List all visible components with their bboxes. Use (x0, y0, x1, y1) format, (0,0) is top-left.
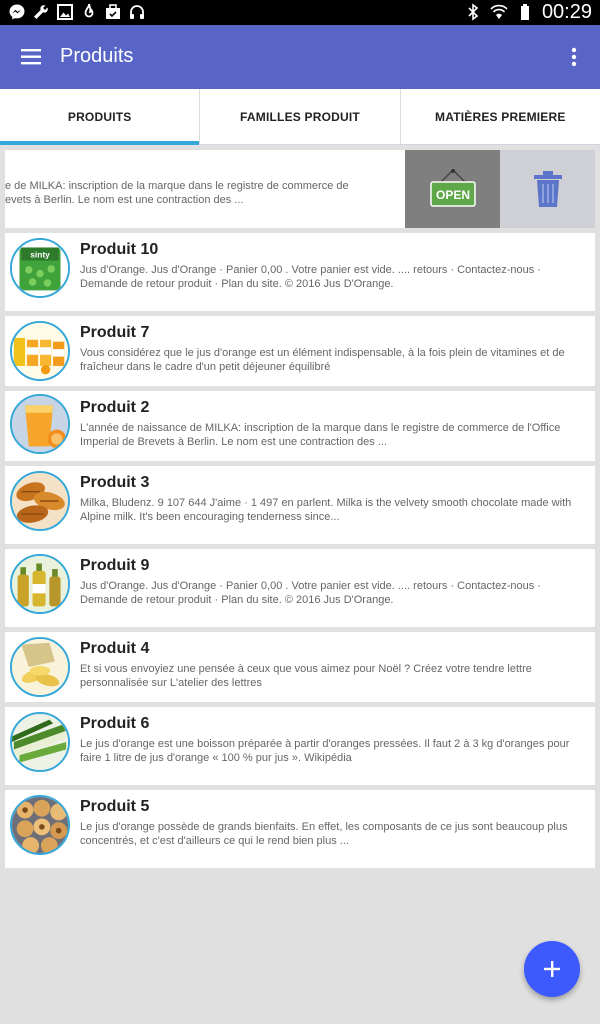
page-title: Produits (60, 45, 134, 67)
list-item[interactable]: Produit 4 Et si vous envoyiez une pensée… (5, 632, 595, 702)
product-description: Vous considérez que le jus d'orange est … (80, 347, 565, 373)
more-options-icon[interactable] (562, 45, 586, 69)
wifi-icon (490, 3, 508, 21)
list-item[interactable]: Produit 7 Vous considérez que le jus d'o… (5, 316, 595, 386)
flame-icon (80, 3, 98, 21)
battery-icon (516, 3, 534, 21)
list-item[interactable]: Produit 6 Le jus d'orange est une boisso… (5, 707, 595, 785)
product-description: Le jus d'orange possède de grands bienfa… (80, 821, 568, 847)
product-description: L'année de naissance de MILKA: inscripti… (80, 422, 561, 448)
product-thumbnail: sinty (10, 238, 70, 298)
product-thumbnail (10, 795, 70, 855)
product-name: Produit 10 (80, 241, 159, 258)
product-description: Le jus d'orange est une boisson préparée… (80, 738, 570, 764)
briefcase-icon (104, 3, 122, 21)
product-description: Jus d'Orange. Jus d'Orange · Panier 0,00… (80, 264, 541, 290)
product-thumbnail (10, 554, 70, 614)
product-thumbnail (10, 637, 70, 697)
plus-icon (544, 961, 560, 977)
product-name: Produit 6 (80, 715, 150, 732)
clock: 00:29 (541, 1, 592, 23)
product-name: Produit 9 (80, 557, 150, 574)
product-description: Milka, Bludenz. 9 107 644 J'aime · 1 497… (80, 497, 572, 523)
bluetooth-icon (464, 3, 482, 21)
swiped-list-item[interactable]: e de MILKA: inscription de la marque dan… (5, 150, 595, 228)
list-item[interactable]: sinty Produit 10 Jus d'Orange. Jus d'Ora… (5, 233, 595, 311)
product-description: Jus d'Orange. Jus d'Orange · Panier 0,00… (80, 580, 541, 606)
product-description: Et si vous envoyiez une pensée à ceux qu… (80, 663, 532, 689)
product-name: Produit 3 (80, 474, 150, 491)
swiped-item-description: e de MILKA: inscription de la marque dan… (5, 180, 349, 206)
product-name: Produit 7 (80, 324, 150, 341)
product-thumbnail (10, 712, 70, 772)
menu-icon[interactable] (18, 43, 46, 71)
messenger-icon (8, 3, 26, 21)
svg-text:sinty: sinty (30, 250, 50, 260)
product-name: Produit 4 (80, 640, 150, 657)
product-name: Produit 2 (80, 399, 150, 416)
status-bar: 00:29 (0, 0, 600, 25)
product-thumbnail (10, 321, 70, 381)
wrench-icon (32, 3, 50, 21)
open-sign-icon: OPEN (429, 169, 476, 207)
delete-button[interactable] (500, 150, 595, 228)
product-thumbnail (10, 471, 70, 531)
open-button[interactable]: OPEN (405, 150, 500, 228)
list-item[interactable]: Produit 9 Jus d'Orange. Jus d'Orange · P… (5, 549, 595, 627)
tab-matieres-premiere[interactable]: MATIÈRES PREMIERE (399, 89, 600, 144)
tab-bar: PRODUITS FAMILLES PRODUIT MATIÈRES PREMI… (0, 89, 600, 145)
open-label: OPEN (435, 188, 469, 202)
headphones-icon (128, 3, 146, 21)
list-item[interactable]: Produit 2 L'année de naissance de MILKA:… (5, 391, 595, 461)
image-icon (56, 3, 74, 21)
product-thumbnail (10, 394, 70, 454)
list-item[interactable]: Produit 5 Le jus d'orange possède de gra… (5, 790, 595, 868)
app-bar: Produits (0, 25, 600, 89)
list-item[interactable]: Produit 3 Milka, Bludenz. 9 107 644 J'ai… (5, 466, 595, 544)
trash-icon (533, 171, 562, 207)
product-name: Produit 5 (80, 798, 150, 815)
product-list: sinty Produit 10 Jus d'Orange. Jus d'Ora… (5, 233, 595, 873)
tab-produits[interactable]: PRODUITS (0, 89, 200, 145)
add-product-button[interactable] (524, 941, 580, 997)
tab-familles-produit[interactable]: FAMILLES PRODUIT (199, 89, 399, 144)
